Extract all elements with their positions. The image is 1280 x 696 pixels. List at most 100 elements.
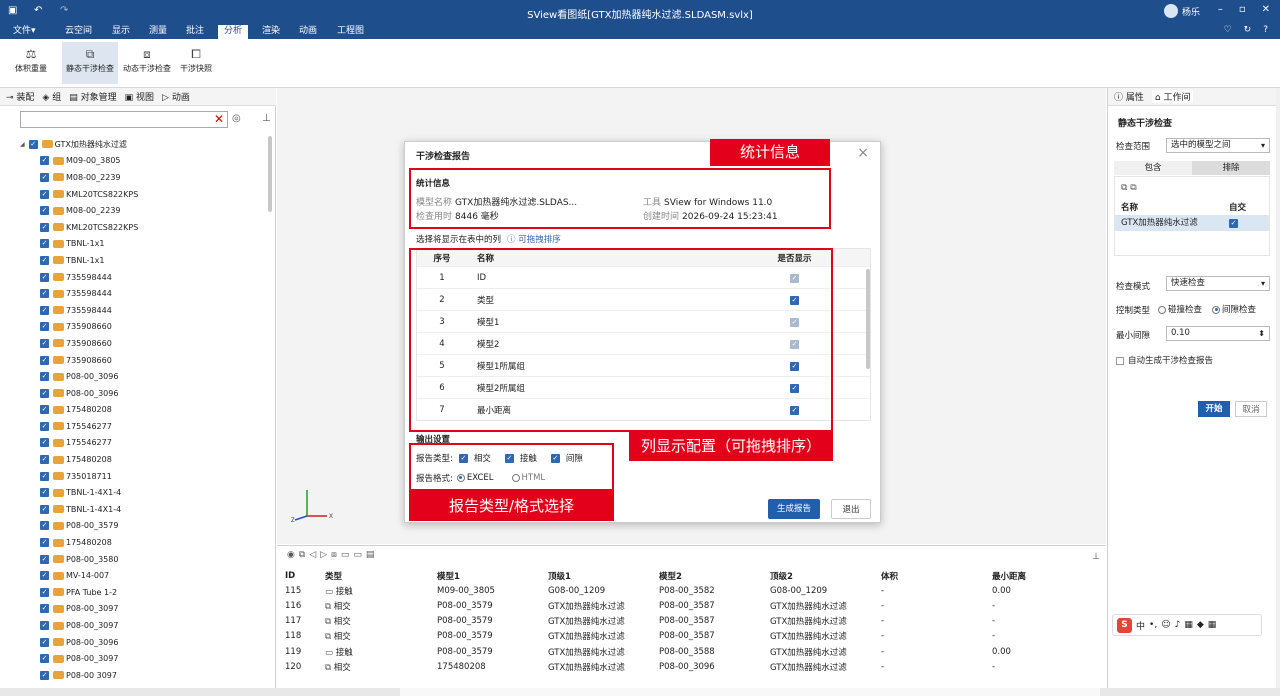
tree-item[interactable]: ✓ TBNL-1-4X1-4 xyxy=(0,501,270,518)
visibility-checkbox[interactable]: ✓ xyxy=(40,521,49,531)
tree-item[interactable]: ✓ PFA Tube 1-2 xyxy=(0,584,270,601)
tree-item[interactable]: ✓ 175546277 xyxy=(0,435,270,452)
emoji-icon[interactable]: ☺ xyxy=(1161,620,1170,630)
visibility-checkbox[interactable]: ✓ xyxy=(40,405,49,415)
pin-icon[interactable]: ⊥ xyxy=(262,113,271,124)
menu-render[interactable]: 渲染 xyxy=(259,25,283,39)
tree-item[interactable]: ✓ TBNL-1x1 xyxy=(0,252,270,269)
column-header[interactable]: ID xyxy=(285,571,325,581)
tab-object-manager[interactable]: ▤ 对象管理 xyxy=(69,90,116,103)
gap-filter-icon[interactable]: ▭ xyxy=(353,550,362,560)
visibility-checkbox[interactable]: ✓ xyxy=(40,670,49,680)
filter-icon[interactable]: ⧉ xyxy=(299,550,305,560)
tree-item[interactable]: ✓ P08-00_3097 xyxy=(0,601,270,618)
visibility-checkbox[interactable]: ✓ xyxy=(40,222,49,232)
tree-root[interactable]: ◢ ✓ GTX加热器纯水过滤 xyxy=(0,136,270,153)
visibility-checkbox[interactable]: ✓ xyxy=(40,455,49,465)
visibility-checkbox[interactable]: ✓ xyxy=(40,206,49,216)
intersect-filter-icon[interactable]: ⧈ xyxy=(331,550,337,560)
tree-scrollbar[interactable] xyxy=(268,136,272,212)
menu-display[interactable]: 显示 xyxy=(109,25,133,39)
restore-icon[interactable]: ▫ xyxy=(1239,4,1246,15)
visibility-checkbox[interactable]: ✓ xyxy=(40,554,49,564)
tree-item[interactable]: ✓ 735908660 xyxy=(0,319,270,336)
column-header[interactable]: 体积 xyxy=(881,570,992,582)
tree-item[interactable]: ✓ 735908660 xyxy=(0,352,270,369)
report-icon[interactable]: ▤ xyxy=(366,550,375,560)
tree-item[interactable]: ✓ 735598444 xyxy=(0,302,270,319)
clear-search-icon[interactable]: ✕ xyxy=(214,113,224,126)
menu-file[interactable]: 文件▾ xyxy=(10,25,39,39)
visibility-checkbox[interactable]: ✓ xyxy=(40,322,49,332)
visibility-checkbox[interactable]: ✓ xyxy=(40,421,49,431)
tree-item[interactable]: ✓ P08-00_3579 xyxy=(0,518,270,535)
tab-animation[interactable]: ▷ 动画 xyxy=(162,90,190,103)
visibility-checkbox[interactable]: ✓ xyxy=(40,355,49,365)
help-icon[interactable]: ? xyxy=(1263,25,1268,35)
prev-icon[interactable]: ◁ xyxy=(309,550,316,560)
tree-item[interactable]: ✓ P08-00_3096 xyxy=(0,368,270,385)
menu-measure[interactable]: 测量 xyxy=(146,25,170,39)
volume-weight-button[interactable]: ⚖ 体积重量 xyxy=(10,42,52,84)
keyboard-icon[interactable]: ▦ xyxy=(1184,620,1193,630)
ime-mode[interactable]: 中 xyxy=(1136,619,1145,632)
ime-toolbar[interactable]: S 中 •, ☺ ♪ ▦ ◆ ▦ xyxy=(1112,614,1262,636)
close-icon[interactable]: ✕ xyxy=(1262,4,1270,15)
tree-item[interactable]: ✓ TBNL-1x1 xyxy=(0,236,270,253)
visibility-checkbox[interactable]: ✓ xyxy=(40,156,49,166)
generate-report-button[interactable]: 生成报告 xyxy=(768,499,820,519)
user-account[interactable]: 杨乐 xyxy=(1163,4,1200,18)
visibility-checkbox[interactable]: ✓ xyxy=(40,338,49,348)
expand-icon[interactable]: ◢ xyxy=(20,141,25,148)
tab-exclude[interactable]: 排除 xyxy=(1192,161,1270,175)
tree-item[interactable]: ✓ M08-00_2239 xyxy=(0,202,270,219)
visibility-checkbox[interactable]: ✓ xyxy=(40,637,49,647)
menu-cloud[interactable]: 云空间 xyxy=(62,25,95,39)
table-scrollbar[interactable] xyxy=(866,269,870,369)
table-row[interactable]: 117 ⧉ 相交 P08-00_3579 GTX加热器纯水过滤 P08-00_3587 G… xyxy=(285,614,1065,629)
eye-icon[interactable]: ◉ xyxy=(287,550,295,560)
tree-item[interactable]: ✓ TBNL-1-4X1-4 xyxy=(0,484,270,501)
column-header[interactable]: 类型 xyxy=(325,570,437,582)
tab-view[interactable]: ▣ 视图 xyxy=(125,90,154,103)
tree-item[interactable]: ✓ P08-00_3096 xyxy=(0,634,270,651)
clearance-radio[interactable]: 间隙检查 xyxy=(1212,303,1256,315)
interference-snapshot-button[interactable]: ⧠ 干涉快照 xyxy=(176,42,216,84)
tree-item[interactable]: ✓ 175480208 xyxy=(0,534,270,551)
table-row[interactable]: 119 ▭ 接触 P08-00_3579 GTX加热器纯水过滤 P08-00_3588 G… xyxy=(285,644,1065,659)
tree-item[interactable]: ✓ 175480208 xyxy=(0,402,270,419)
visibility-checkbox[interactable]: ✓ xyxy=(40,654,49,664)
add-model-icon[interactable]: ⧉ ⧉ xyxy=(1121,183,1137,193)
visibility-checkbox[interactable]: ✓ xyxy=(40,438,49,448)
next-icon[interactable]: ▷ xyxy=(320,550,327,560)
close-icon[interactable]: × xyxy=(857,145,869,161)
column-header[interactable]: 顶级1 xyxy=(548,570,659,582)
panel-scrollbar[interactable] xyxy=(1276,88,1280,688)
tree-item[interactable]: ✓ 735908660 xyxy=(0,335,270,352)
contact-filter-icon[interactable]: ▭ xyxy=(341,550,350,560)
punctuation-icon[interactable]: •, xyxy=(1149,620,1157,630)
visibility-checkbox[interactable]: ✓ xyxy=(40,504,49,514)
mode-select[interactable]: 快速检查 ▾ xyxy=(1166,276,1270,291)
tree-item[interactable]: ✓ P08-00_3580 xyxy=(0,551,270,568)
tree-item[interactable]: ✓ KML20TCS822KPS xyxy=(0,219,270,236)
tree-item[interactable]: ✓ 735598444 xyxy=(0,285,270,302)
visibility-checkbox[interactable]: ✓ xyxy=(40,172,49,182)
minimize-icon[interactable]: – xyxy=(1218,4,1223,15)
refresh-icon[interactable]: ↻ xyxy=(1244,25,1252,35)
collision-radio[interactable]: 碰撞检查 xyxy=(1158,303,1202,315)
tree-item[interactable]: ✓ 735018711 xyxy=(0,468,270,485)
tab-include[interactable]: 包含 xyxy=(1114,161,1192,175)
exit-button[interactable]: 退出 xyxy=(831,499,871,519)
cancel-button[interactable]: 取消 xyxy=(1235,401,1267,417)
visibility-checkbox[interactable]: ✓ xyxy=(40,488,49,498)
table-row[interactable]: 115 ▭ 接触 M09-00_3805 G08-00_1209 P08-00_3582… xyxy=(285,583,1065,598)
scope-select[interactable]: 选中的模型之间 ▾ xyxy=(1166,138,1270,153)
start-button[interactable]: 开始 xyxy=(1198,401,1230,417)
tab-workspace[interactable]: ⌂ 工作间 xyxy=(1151,90,1194,103)
tab-properties[interactable]: ⓘ 属性 xyxy=(1114,90,1144,103)
tree-search-input[interactable]: ✕ xyxy=(20,111,228,128)
visibility-checkbox[interactable]: ✓ xyxy=(40,571,49,581)
menu-annotate[interactable]: 批注 xyxy=(183,25,207,39)
tree-item[interactable]: ✓ M08-00_2239 xyxy=(0,169,270,186)
